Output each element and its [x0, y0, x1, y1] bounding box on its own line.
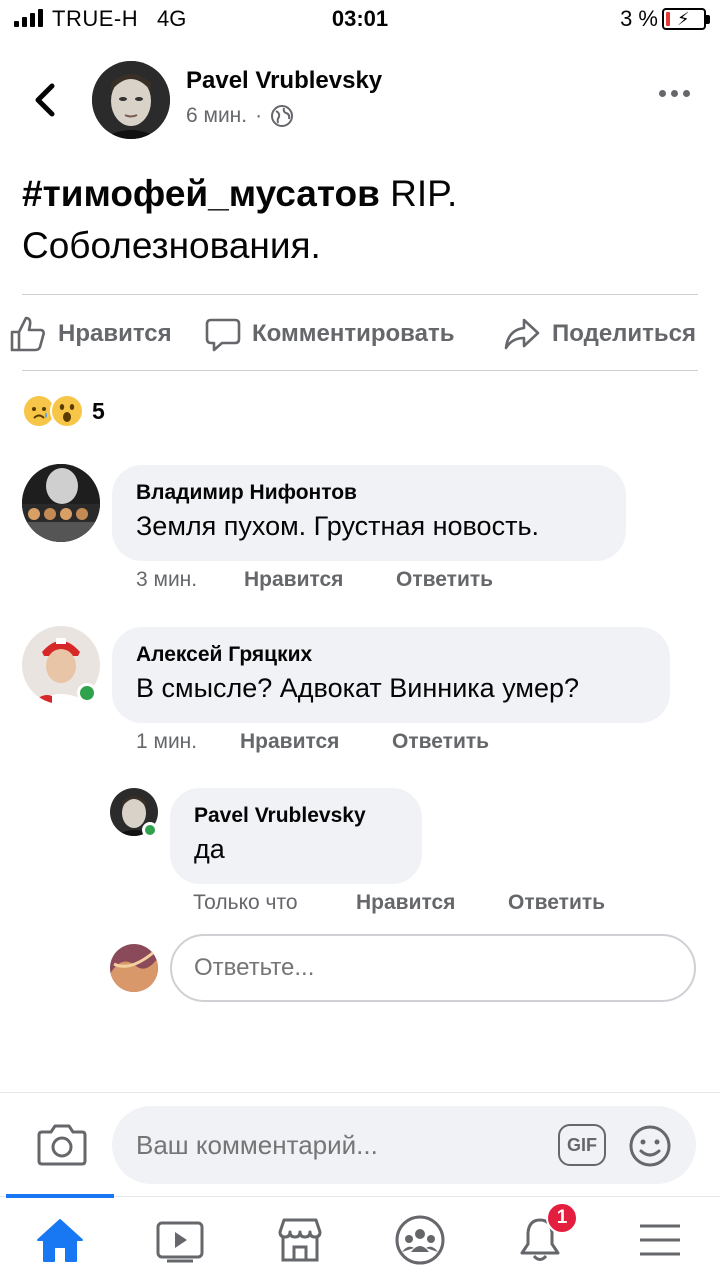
tab-menu[interactable] [630, 1210, 690, 1270]
comment-reply-link[interactable]: Ответить [396, 568, 493, 592]
divider [22, 294, 698, 295]
reply-bubble[interactable]: Pavel Vrublevsky да [170, 788, 422, 884]
comment-meta: 3 мин. Нравится Ответить [136, 568, 493, 592]
comment-meta: 1 мин. Нравится Ответить [136, 730, 489, 754]
status-time: 03:01 [331, 6, 389, 31]
comment-time: 1 мин. [136, 730, 198, 753]
battery-percent: 3 % [620, 6, 658, 31]
commenter-name[interactable]: Владимир Нифонтов [136, 481, 602, 505]
tab-marketplace[interactable] [270, 1210, 330, 1270]
like-label: Нравится [58, 320, 172, 347]
share-button[interactable]: Поделиться [502, 308, 696, 360]
share-icon [504, 318, 540, 350]
smiley-icon [629, 1125, 671, 1167]
comment-like-link[interactable]: Нравится [240, 730, 392, 754]
reply-reply-link[interactable]: Ответить [508, 891, 605, 915]
camera-button[interactable] [36, 1122, 88, 1168]
author-avatar[interactable] [92, 61, 170, 139]
comment-time: 3 мин. [136, 568, 198, 591]
post-meta: 6 мин. · [186, 104, 294, 128]
reactions-summary[interactable]: 5 [22, 394, 105, 428]
video-icon [156, 1221, 204, 1263]
tab-video[interactable] [150, 1210, 210, 1270]
like-button[interactable]: Нравится [8, 308, 172, 360]
reply-time: Только что [193, 891, 298, 914]
globe-icon [271, 105, 294, 127]
comment-label: Комментировать [252, 320, 455, 347]
post-hashtag[interactable]: #тимофей_мусатов [22, 173, 380, 214]
comment-bubble[interactable]: Владимир Нифонтов Земля пухом. Грустная … [112, 465, 626, 561]
tab-groups[interactable] [390, 1210, 450, 1270]
online-status-icon [142, 822, 158, 838]
post-author-name[interactable]: Pavel Vrublevsky [186, 67, 382, 95]
post-actions: Нравится Комментировать Поделиться [0, 308, 720, 360]
reaction-count: 5 [92, 397, 105, 424]
post-text: #тимофей_мусатов RIP. Соболезнования. [22, 168, 702, 272]
share-label: Поделиться [552, 320, 697, 347]
comment-text: Земля пухом. Грустная новость. [136, 511, 540, 541]
divider [22, 370, 698, 371]
comment-input[interactable] [112, 1106, 696, 1184]
comment-icon [205, 318, 241, 352]
gif-button[interactable]: GIF [558, 1124, 606, 1166]
emoji-button[interactable] [628, 1124, 672, 1168]
post-time: 6 мин. [186, 104, 248, 127]
comment-like-link[interactable]: Нравится [244, 568, 396, 592]
active-tab-indicator [6, 1194, 114, 1198]
menu-icon [640, 1224, 680, 1256]
more-options-button[interactable] [659, 90, 690, 97]
commenter-avatar[interactable] [22, 464, 100, 542]
marketplace-icon [278, 1218, 322, 1262]
notification-badge: 1 [546, 1202, 578, 1234]
home-icon [37, 1219, 83, 1262]
battery-icon: ⚡ [662, 8, 710, 30]
thumbs-up-icon [10, 316, 45, 352]
chevron-left-icon [35, 83, 55, 117]
meta-separator: · [255, 104, 263, 127]
reply-meta: Только что Нравится Ответить [193, 891, 605, 915]
reply-text: да [194, 834, 225, 864]
reply-author-name[interactable]: Pavel Vrublevsky [194, 804, 398, 828]
groups-icon [395, 1215, 445, 1265]
wow-reaction-icon [50, 394, 84, 428]
reply-input[interactable] [170, 934, 696, 1002]
camera-icon [37, 1124, 87, 1166]
comment-text: В смысле? Адвокат Винника умер? [136, 673, 580, 703]
commenter-name[interactable]: Алексей Гряцких [136, 643, 646, 667]
online-status-icon [77, 683, 97, 703]
bottom-tab-bar [0, 1196, 720, 1280]
comment-button[interactable]: Комментировать [204, 308, 454, 360]
back-button[interactable] [28, 78, 64, 122]
tab-home[interactable] [30, 1210, 90, 1270]
reply-like-link[interactable]: Нравится [356, 891, 508, 915]
comment-reply-link[interactable]: Ответить [392, 730, 489, 754]
comment-bubble[interactable]: Алексей Гряцких В смысле? Адвокат Винник… [112, 627, 670, 723]
more-dots-icon [659, 90, 666, 97]
current-user-avatar [110, 944, 158, 992]
status-bar: TRUE-H 4G 03:01 3 % ⚡ [0, 0, 720, 40]
